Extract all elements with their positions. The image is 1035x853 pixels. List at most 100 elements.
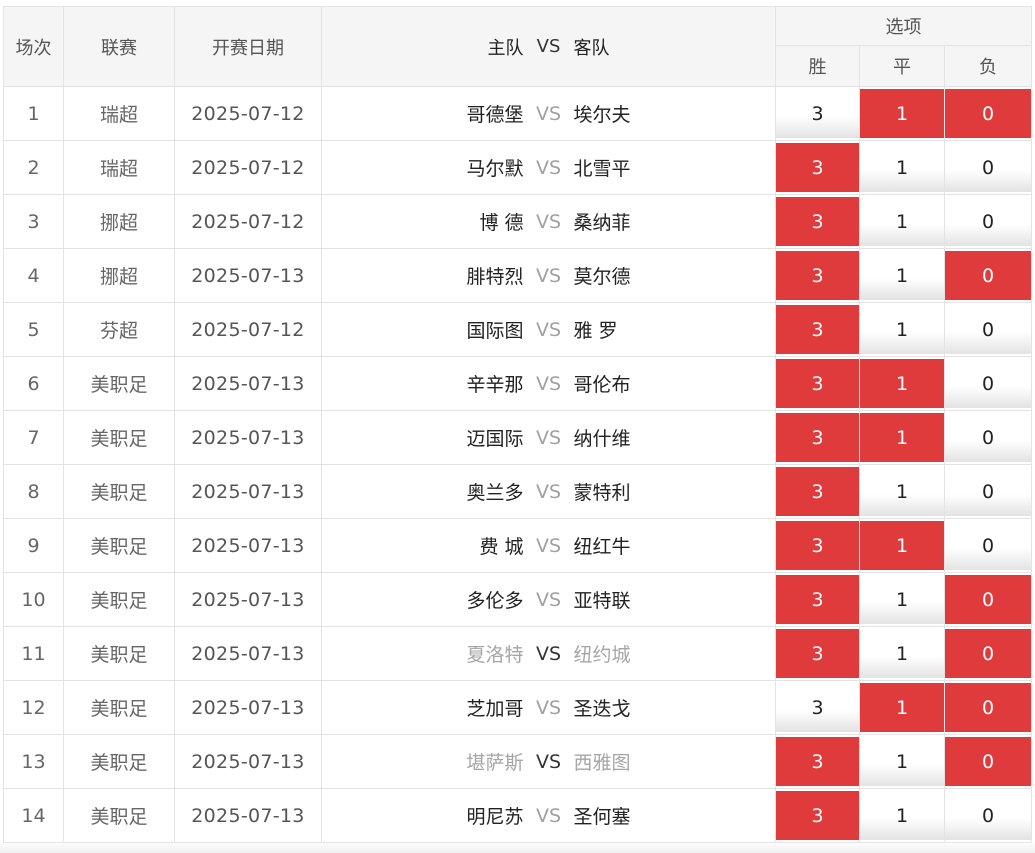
option-draw-button[interactable]: 1 [860,197,944,246]
option-draw-button[interactable]: 1 [860,683,944,732]
match-teams-inner: 腓特烈 VS 莫尔德 [323,262,775,289]
home-team: 堪萨斯 [466,752,524,774]
option-cell-draw: 1 [859,518,945,573]
option-lose-button[interactable]: 0 [945,413,1031,462]
option-draw-button[interactable]: 1 [860,467,944,516]
match-date: 2025-07-13 [174,572,322,627]
option-win-button[interactable]: 3 [776,251,859,300]
match-number: 6 [3,356,64,411]
home-team: 腓特烈 [466,266,524,288]
option-draw-button[interactable]: 1 [860,413,944,462]
option-win-button[interactable]: 3 [776,359,859,408]
option-lose-button[interactable]: 0 [945,251,1031,300]
match-teams-inner: 博 德 VS 桑纳菲 [323,208,775,235]
option-win-button[interactable]: 3 [776,305,859,354]
option-cell-lose: 0 [943,518,1033,573]
vs-label: VS [535,804,562,827]
option-draw-button[interactable]: 1 [860,629,944,678]
option-cell-lose: 0 [943,734,1033,789]
away-team: 圣何塞 [573,806,631,828]
vs-label: VS [535,372,562,395]
option-draw-button[interactable]: 1 [860,359,944,408]
option-cell-draw: 1 [859,572,945,627]
option-lose-button[interactable]: 0 [945,467,1031,516]
table-body: 1 瑞超 2025-07-12 哥德堡 VS 埃尔夫 3 1 0 2 瑞超 2025-0… [3,86,1033,843]
option-win-button[interactable]: 3 [776,143,859,192]
option-lose-button[interactable]: 0 [945,791,1031,840]
match-teams: 博 德 VS 桑纳菲 [321,194,776,249]
option-win-button[interactable]: 3 [776,575,859,624]
away-team: 哥伦布 [573,374,631,396]
match-league: 美职足 [63,572,175,627]
match-number: 9 [3,518,64,573]
option-win-button[interactable]: 3 [776,467,859,516]
match-date: 2025-07-13 [174,734,322,789]
vs-label: VS [535,318,562,341]
header-date: 开赛日期 [174,6,322,87]
option-lose-button[interactable]: 0 [945,575,1031,624]
option-win-button[interactable]: 3 [776,737,859,786]
match-date: 2025-07-13 [174,788,322,843]
option-win-button[interactable]: 3 [776,197,859,246]
option-cell-lose: 0 [943,464,1033,519]
match-date: 2025-07-13 [174,518,322,573]
option-cell-draw: 1 [859,248,945,303]
match-teams: 芝加哥 VS 圣迭戈 [321,680,776,735]
option-draw-button[interactable]: 1 [860,251,944,300]
option-draw-button[interactable]: 1 [860,737,944,786]
match-teams: 堪萨斯 VS 西雅图 [321,734,776,789]
home-team: 博 德 [479,212,524,234]
option-lose-button[interactable]: 0 [945,143,1031,192]
option-cell-win: 3 [775,356,860,411]
option-lose-button[interactable]: 0 [945,197,1031,246]
match-date: 2025-07-12 [174,194,322,249]
option-lose-button[interactable]: 0 [945,359,1031,408]
option-cell-lose: 0 [943,248,1033,303]
match-date: 2025-07-12 [174,86,322,141]
option-win-button[interactable]: 3 [776,521,859,570]
option-cell-win: 3 [775,194,860,249]
option-lose-button[interactable]: 0 [945,683,1031,732]
home-team: 费 城 [479,536,524,558]
match-row: 14 美职足 2025-07-13 明尼苏 VS 圣何塞 3 1 0 [3,788,1033,843]
match-teams: 费 城 VS 纽红牛 [321,518,776,573]
match-table: 场次 联赛 开赛日期 主队 VS 客队 选项 胜 平 负 1 瑞超 2025-07-… [3,6,1033,843]
option-lose-button[interactable]: 0 [945,521,1031,570]
match-row: 7 美职足 2025-07-13 迈国际 VS 纳什维 3 1 0 [3,410,1033,465]
match-number: 3 [3,194,64,249]
match-league: 瑞超 [63,86,175,141]
match-row: 11 美职足 2025-07-13 夏洛特 VS 纽约城 3 1 0 [3,626,1033,681]
option-draw-button[interactable]: 1 [860,143,944,192]
match-row: 3 挪超 2025-07-12 博 德 VS 桑纳菲 3 1 0 [3,194,1033,249]
home-team: 马尔默 [466,158,524,180]
vs-label: VS [535,480,562,503]
option-lose-button[interactable]: 0 [945,305,1031,354]
vs-label: VS [535,750,562,773]
option-draw-button[interactable]: 1 [860,575,944,624]
match-teams: 夏洛特 VS 纽约城 [321,626,776,681]
option-draw-button[interactable]: 1 [860,791,944,840]
option-lose-button[interactable]: 0 [945,737,1031,786]
option-win-button[interactable]: 3 [776,413,859,462]
option-draw-button[interactable]: 1 [860,305,944,354]
home-team: 哥德堡 [466,104,524,126]
option-lose-button[interactable]: 0 [945,89,1031,138]
away-team: 莫尔德 [573,266,631,288]
option-win-button[interactable]: 3 [776,791,859,840]
away-team: 西雅图 [573,752,631,774]
match-date: 2025-07-12 [174,302,322,357]
header-match: 主队 VS 客队 [321,6,776,87]
option-win-button[interactable]: 3 [776,89,859,138]
home-team: 国际图 [466,320,524,342]
match-date: 2025-07-13 [174,680,322,735]
match-teams: 哥德堡 VS 埃尔夫 [321,86,776,141]
option-draw-button[interactable]: 1 [860,521,944,570]
option-win-button[interactable]: 3 [776,683,859,732]
option-cell-win: 3 [775,86,860,141]
home-team: 明尼苏 [466,806,524,828]
option-lose-button[interactable]: 0 [945,629,1031,678]
option-cell-win: 3 [775,140,860,195]
match-teams-inner: 辛辛那 VS 哥伦布 [323,370,775,397]
option-draw-button[interactable]: 1 [860,89,944,138]
option-win-button[interactable]: 3 [776,629,859,678]
